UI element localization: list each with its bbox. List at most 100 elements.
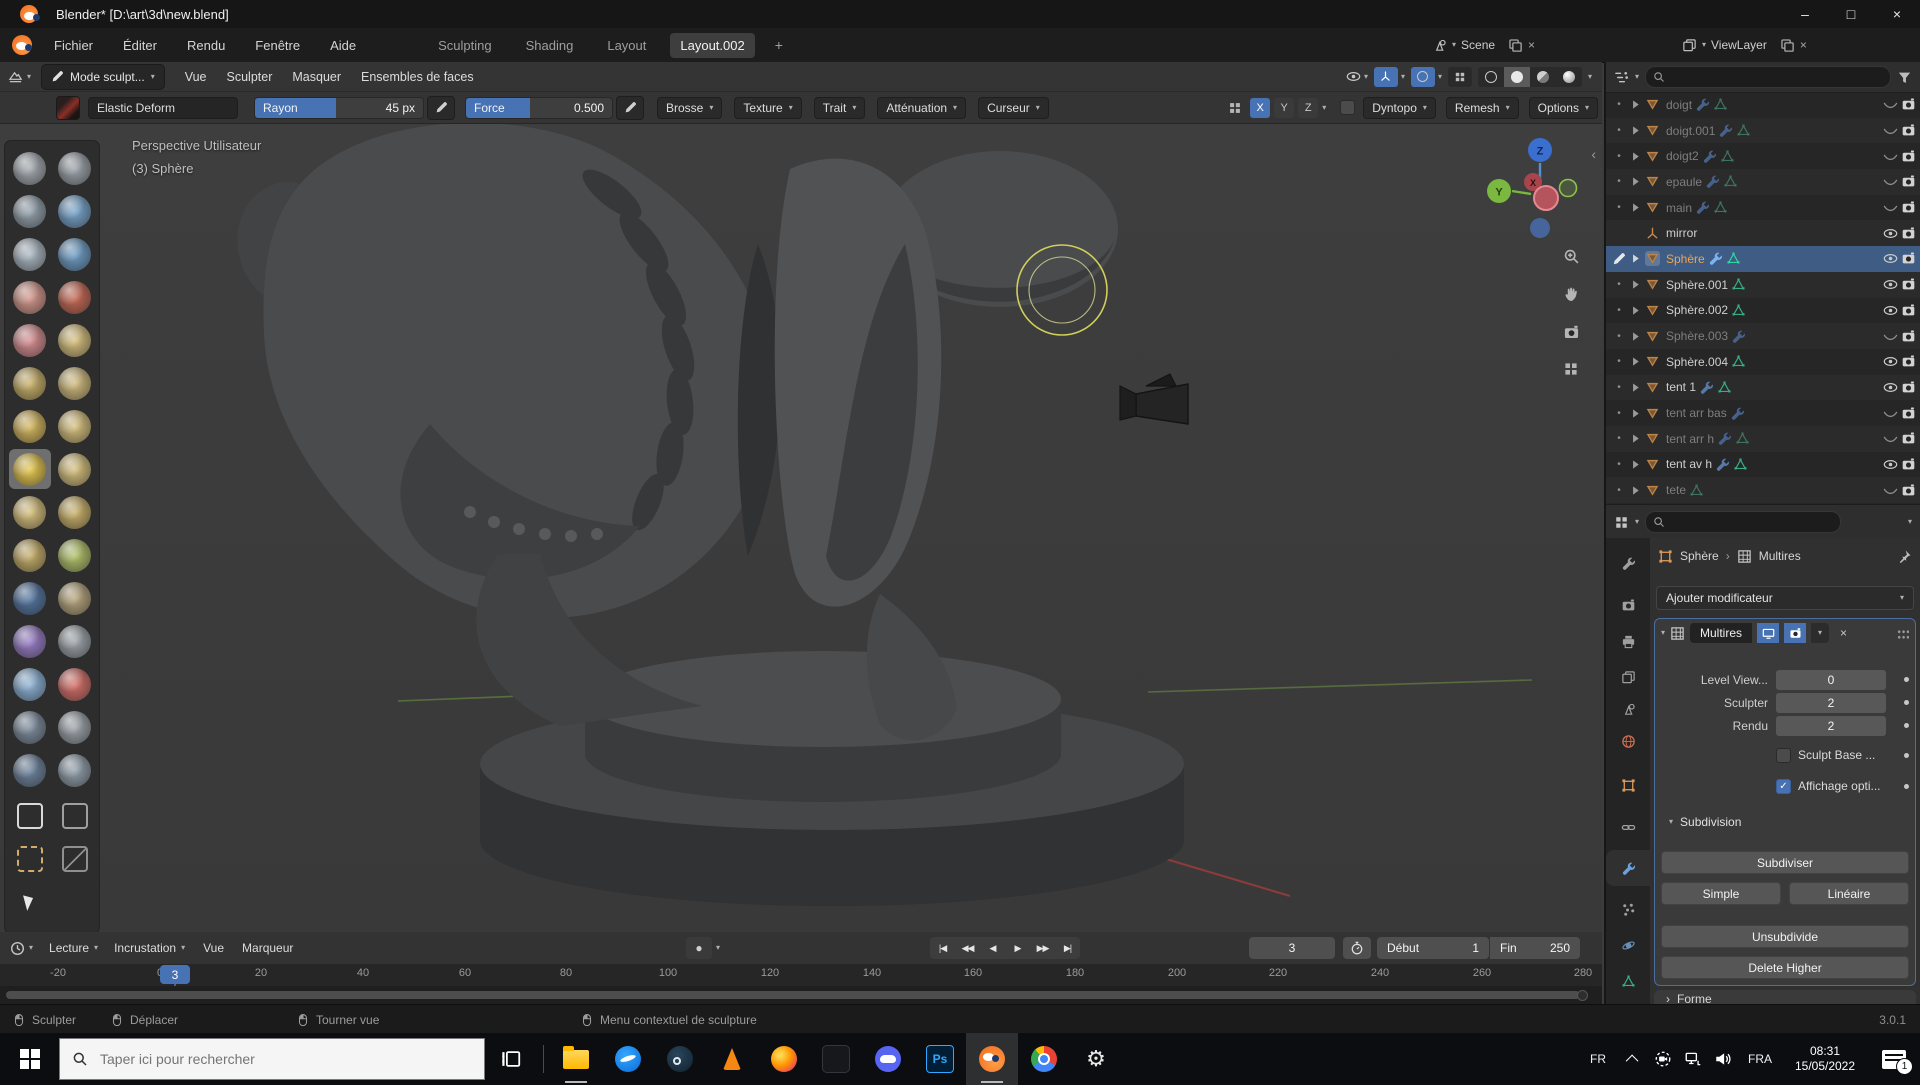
viewport-3d[interactable]: Perspective Utilisateur (3) Sphère Z Y X… <box>0 124 1602 932</box>
brush-settings-dropdown[interactable]: Curseur ▾ <box>978 96 1049 119</box>
modifier-name-field[interactable]: Multires <box>1690 623 1753 643</box>
line-project-tool-button[interactable] <box>54 839 96 879</box>
camera-visibility-icon[interactable] <box>1901 174 1916 189</box>
outliner-row[interactable]: • doigt.001 <box>1606 118 1920 144</box>
sculpt-tool-button[interactable] <box>54 578 96 618</box>
tab-tool[interactable] <box>1606 546 1650 580</box>
menu-item[interactable]: Rendu <box>185 34 227 57</box>
outliner-row[interactable]: • Sphère.004 <box>1606 349 1920 375</box>
camera-visibility-icon[interactable] <box>1901 226 1916 241</box>
blender-menu-logo-icon[interactable] <box>12 35 32 55</box>
properties-search-input[interactable] <box>1670 514 1834 530</box>
chevron-down-icon[interactable]: ▾ <box>1908 518 1912 526</box>
taskbar-search-input[interactable] <box>98 1050 472 1068</box>
chevron-down-icon[interactable]: ▾ <box>1635 73 1639 81</box>
timeline-editor-type-button[interactable]: ▾ <box>10 941 33 956</box>
camera-visibility-icon[interactable] <box>1901 431 1916 446</box>
disclosure-icon[interactable] <box>1629 355 1642 368</box>
tab-world[interactable] <box>1606 724 1650 758</box>
zoom-view-button[interactable] <box>1557 242 1585 270</box>
box-hide-tool-button[interactable] <box>54 796 96 836</box>
modifier-viewport-toggle[interactable] <box>1757 623 1780 643</box>
start-button[interactable] <box>0 1033 59 1085</box>
sculpt-tool-button[interactable] <box>54 492 96 532</box>
disclosure-icon[interactable] <box>1629 432 1642 445</box>
filter-funnel-icon[interactable] <box>1897 70 1912 85</box>
chevron-down-icon[interactable]: ▾ <box>1452 41 1456 49</box>
battlenet-button[interactable] <box>602 1033 654 1085</box>
eye-open-icon[interactable] <box>1883 303 1898 318</box>
properties-editor-icon[interactable] <box>1614 515 1629 530</box>
sculpt-tool-button[interactable] <box>54 406 96 446</box>
frame-start-field[interactable]: Début 1 <box>1377 937 1489 959</box>
ortho-view-button[interactable] <box>1557 355 1585 383</box>
brush-name-field[interactable]: Elastic Deform <box>88 96 238 119</box>
radius-pressure-button[interactable] <box>427 95 455 120</box>
breadcrumb-modifier[interactable]: Multires <box>1759 549 1801 563</box>
previous-keyframe-button[interactable]: ◀◀ <box>955 937 980 959</box>
outliner-row[interactable]: • Sphère.003 <box>1606 323 1920 349</box>
sculpt-tool-button[interactable] <box>9 535 51 575</box>
shading-rendered-button[interactable] <box>1556 67 1582 87</box>
outliner-row[interactable]: mirror <box>1606 220 1920 246</box>
workspace-tab-sculpting[interactable]: Sculpting <box>428 33 501 58</box>
symmetry-z-toggle[interactable]: Z <box>1298 97 1319 118</box>
sculpt-tool-button[interactable] <box>54 234 96 274</box>
sculpt-tool-button[interactable] <box>54 750 96 790</box>
sculpt-tool-button[interactable] <box>54 148 96 188</box>
workspace-tab-shading[interactable]: Shading <box>516 33 584 58</box>
camera-visibility-icon[interactable] <box>1901 303 1916 318</box>
animate-dot-icon[interactable] <box>1904 752 1909 758</box>
steam-button[interactable] <box>654 1033 706 1085</box>
task-view-button[interactable] <box>485 1033 537 1085</box>
viewport-menu-item[interactable]: Masquer <box>292 70 341 84</box>
scene-selector[interactable]: Scene <box>1461 38 1495 52</box>
symmetry-x-toggle[interactable]: X <box>1250 97 1271 118</box>
camera-visibility-icon[interactable] <box>1901 277 1916 292</box>
outliner-row[interactable]: • doigt2 <box>1606 143 1920 169</box>
eye-open-icon[interactable] <box>1883 354 1898 369</box>
animate-dot-icon[interactable] <box>1904 700 1909 705</box>
tab-physics[interactable] <box>1606 928 1650 962</box>
menu-item[interactable]: Éditer <box>121 34 159 57</box>
camera-visibility-icon[interactable] <box>1901 123 1916 138</box>
simple-button[interactable]: Simple <box>1661 882 1781 905</box>
eye-open-icon[interactable] <box>1883 251 1898 266</box>
brush-settings-dropdown[interactable]: Texture ▾ <box>734 96 802 119</box>
disclosure-icon[interactable] <box>1629 98 1642 111</box>
gizmo-y-axis[interactable]: Y <box>1495 187 1503 199</box>
modifier-close-button[interactable]: × <box>1840 626 1847 640</box>
file-explorer-button[interactable] <box>550 1033 602 1085</box>
sculpt-tool-button[interactable] <box>54 707 96 747</box>
outliner-row[interactable]: • Sphère.002 <box>1606 298 1920 324</box>
symmetry-y-toggle[interactable]: Y <box>1274 97 1295 118</box>
gizmo-z-axis[interactable]: Z <box>1537 146 1544 158</box>
eye-closed-icon[interactable] <box>1883 200 1898 215</box>
eye-closed-icon[interactable] <box>1883 406 1898 421</box>
menu-item[interactable]: Fenêtre <box>253 34 302 57</box>
add-modifier-dropdown[interactable]: Ajouter modificateur ▾ <box>1656 586 1914 610</box>
disclosure-icon[interactable] <box>1629 201 1642 214</box>
sculpt-tool-button[interactable] <box>9 277 51 317</box>
sidebar-toggle-arrow[interactable]: ‹ <box>1591 146 1596 162</box>
render-levels-field[interactable]: 2 <box>1776 715 1886 736</box>
camera-visibility-icon[interactable] <box>1901 380 1916 395</box>
vlc-button[interactable] <box>706 1033 758 1085</box>
viewport-menu-item[interactable]: Ensembles de faces <box>361 70 474 84</box>
eye-open-icon[interactable] <box>1883 457 1898 472</box>
modifier-render-toggle[interactable] <box>1784 623 1807 643</box>
horizontal-scrollbar[interactable] <box>6 991 1580 999</box>
outliner-row[interactable]: • doigt <box>1606 92 1920 118</box>
camera-visibility-icon[interactable] <box>1901 149 1916 164</box>
eye-closed-icon[interactable] <box>1883 329 1898 344</box>
sculpt-tool-button[interactable] <box>9 148 51 188</box>
disclosure-icon[interactable] <box>1629 484 1642 497</box>
eye-closed-icon[interactable] <box>1883 174 1898 189</box>
tray-expand-chevron[interactable] <box>1618 1054 1648 1067</box>
meet-now-button[interactable] <box>1648 1050 1678 1068</box>
copy-scene-icon[interactable] <box>1508 38 1523 53</box>
outliner-row[interactable]: • tent 1 <box>1606 375 1920 401</box>
outliner-row[interactable]: • tete <box>1606 477 1920 503</box>
eye-open-icon[interactable] <box>1883 226 1898 241</box>
minimize-button[interactable]: – <box>1782 0 1828 28</box>
